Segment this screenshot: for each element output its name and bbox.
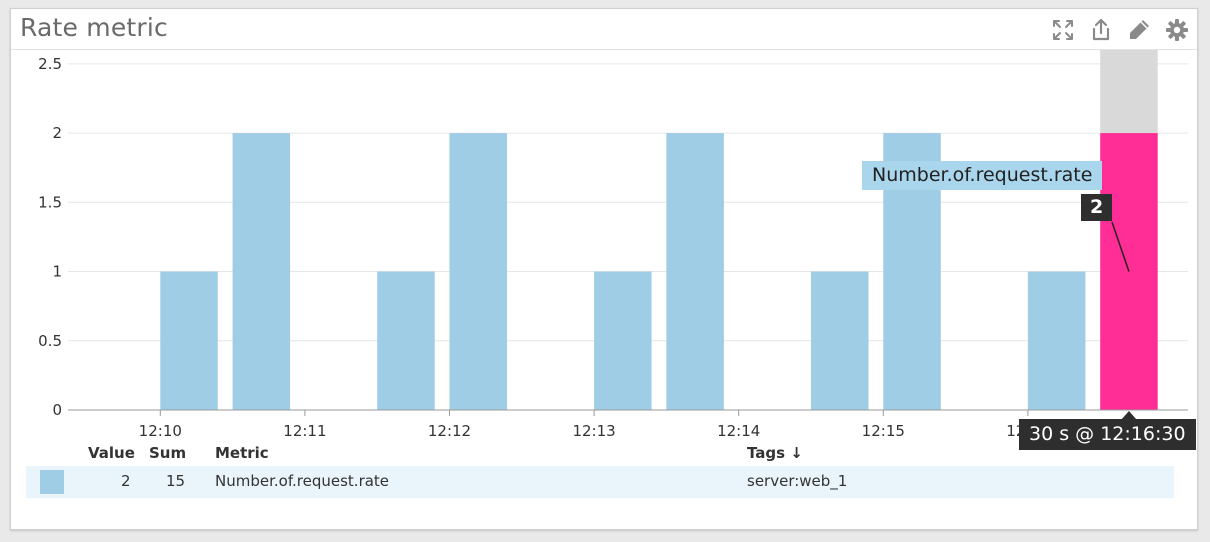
x-tick-label: 12:15: [862, 422, 905, 440]
legend-sum: 15: [166, 472, 186, 490]
header-tags[interactable]: Tags ↓: [747, 444, 803, 462]
header-sum[interactable]: Sum: [149, 444, 186, 462]
bar: [666, 133, 724, 411]
legend-header: Value Sum Metric Tags ↓: [26, 440, 1174, 466]
legend-value: 2: [121, 472, 131, 490]
bar: [811, 271, 869, 410]
y-tick-label: 1: [52, 263, 62, 281]
tooltip-series-label: Number.of.request.rate: [862, 161, 1103, 190]
bar: [449, 133, 507, 411]
legend-swatch: [40, 470, 64, 494]
bar: [594, 271, 652, 410]
y-tick-label: 0: [52, 401, 62, 419]
y-tick-label: 2.5: [38, 55, 62, 73]
legend-table: Value Sum Metric Tags ↓ 2 15 Number.of.r…: [26, 440, 1174, 498]
tooltip-value: 2: [1081, 194, 1113, 221]
bar: [1027, 271, 1086, 410]
x-tick-label: 12:12: [428, 422, 471, 440]
bar-highlight-cap: [1100, 50, 1158, 134]
header-metric[interactable]: Metric: [215, 444, 269, 462]
y-tick-label: 1.5: [38, 193, 62, 211]
bar: [160, 271, 218, 410]
bar: [232, 133, 291, 411]
x-tick-label: 12:13: [572, 422, 615, 440]
x-tick-label: 12:10: [139, 422, 182, 440]
y-tick-label: 2: [52, 124, 62, 142]
x-tick-label: 12:11: [283, 422, 326, 440]
bar: [377, 271, 435, 410]
legend-tags: server:web_1: [747, 472, 848, 490]
legend-row[interactable]: 2 15 Number.of.request.rate server:web_1: [26, 466, 1174, 498]
x-tick-label: 12:14: [717, 422, 760, 440]
y-tick-label: 0.5: [38, 332, 62, 350]
header-value[interactable]: Value: [88, 444, 135, 462]
legend-metric: Number.of.request.rate: [215, 472, 390, 490]
